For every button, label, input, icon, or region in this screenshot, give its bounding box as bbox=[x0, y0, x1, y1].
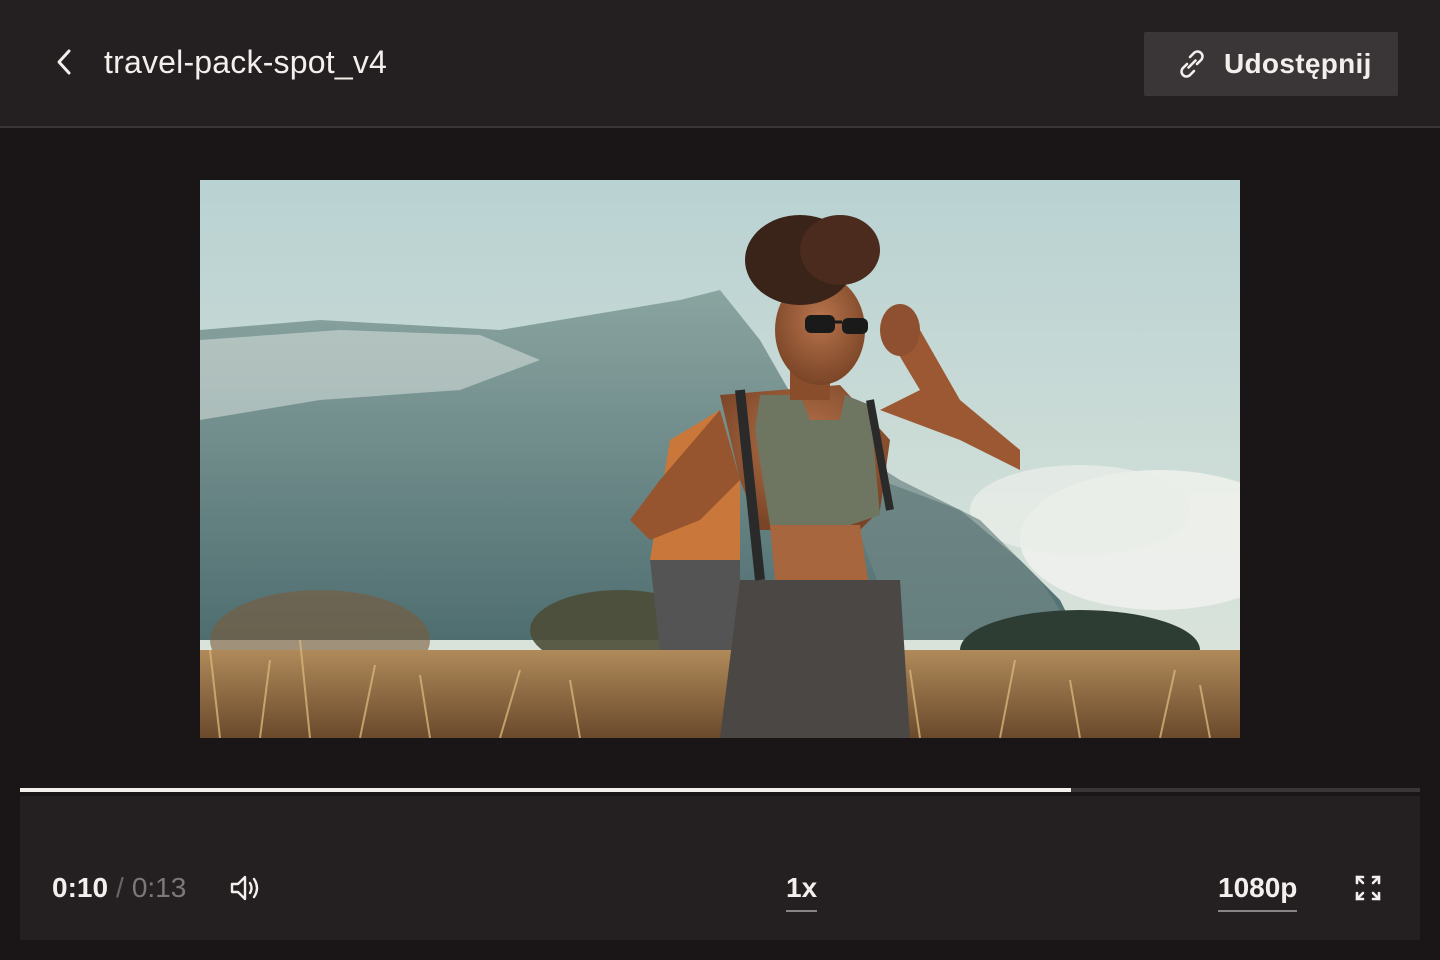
video-still bbox=[200, 180, 1240, 738]
time-separator: / bbox=[116, 872, 124, 903]
progress-bar[interactable] bbox=[20, 786, 1420, 794]
current-time: 0:10 bbox=[52, 872, 109, 903]
player-controls: 0:10/0:13 1x 1080p bbox=[20, 796, 1420, 940]
playback-speed-button[interactable]: 1x bbox=[786, 868, 818, 912]
volume-button[interactable] bbox=[228, 872, 264, 904]
link-icon bbox=[1176, 48, 1208, 80]
share-label: Udostępnij bbox=[1224, 48, 1372, 79]
video-stage bbox=[0, 128, 1440, 788]
share-button[interactable]: Udostępnij bbox=[1144, 32, 1398, 96]
page-title: travel-pack-spot_v4 bbox=[104, 44, 388, 80]
quality-button[interactable]: 1080p bbox=[1218, 868, 1298, 912]
fullscreen-icon bbox=[1355, 875, 1381, 901]
video-frame[interactable] bbox=[200, 180, 1240, 738]
header-bar: travel-pack-spot_v4 Udostępnij bbox=[0, 0, 1440, 128]
fullscreen-button[interactable] bbox=[1352, 872, 1384, 904]
back-button[interactable] bbox=[44, 42, 84, 82]
time-display: 0:10/0:13 bbox=[52, 868, 186, 908]
chevron-left-icon bbox=[57, 49, 71, 75]
progress-fill bbox=[20, 788, 1072, 792]
volume-icon bbox=[230, 875, 259, 901]
total-time: 0:13 bbox=[131, 872, 187, 903]
